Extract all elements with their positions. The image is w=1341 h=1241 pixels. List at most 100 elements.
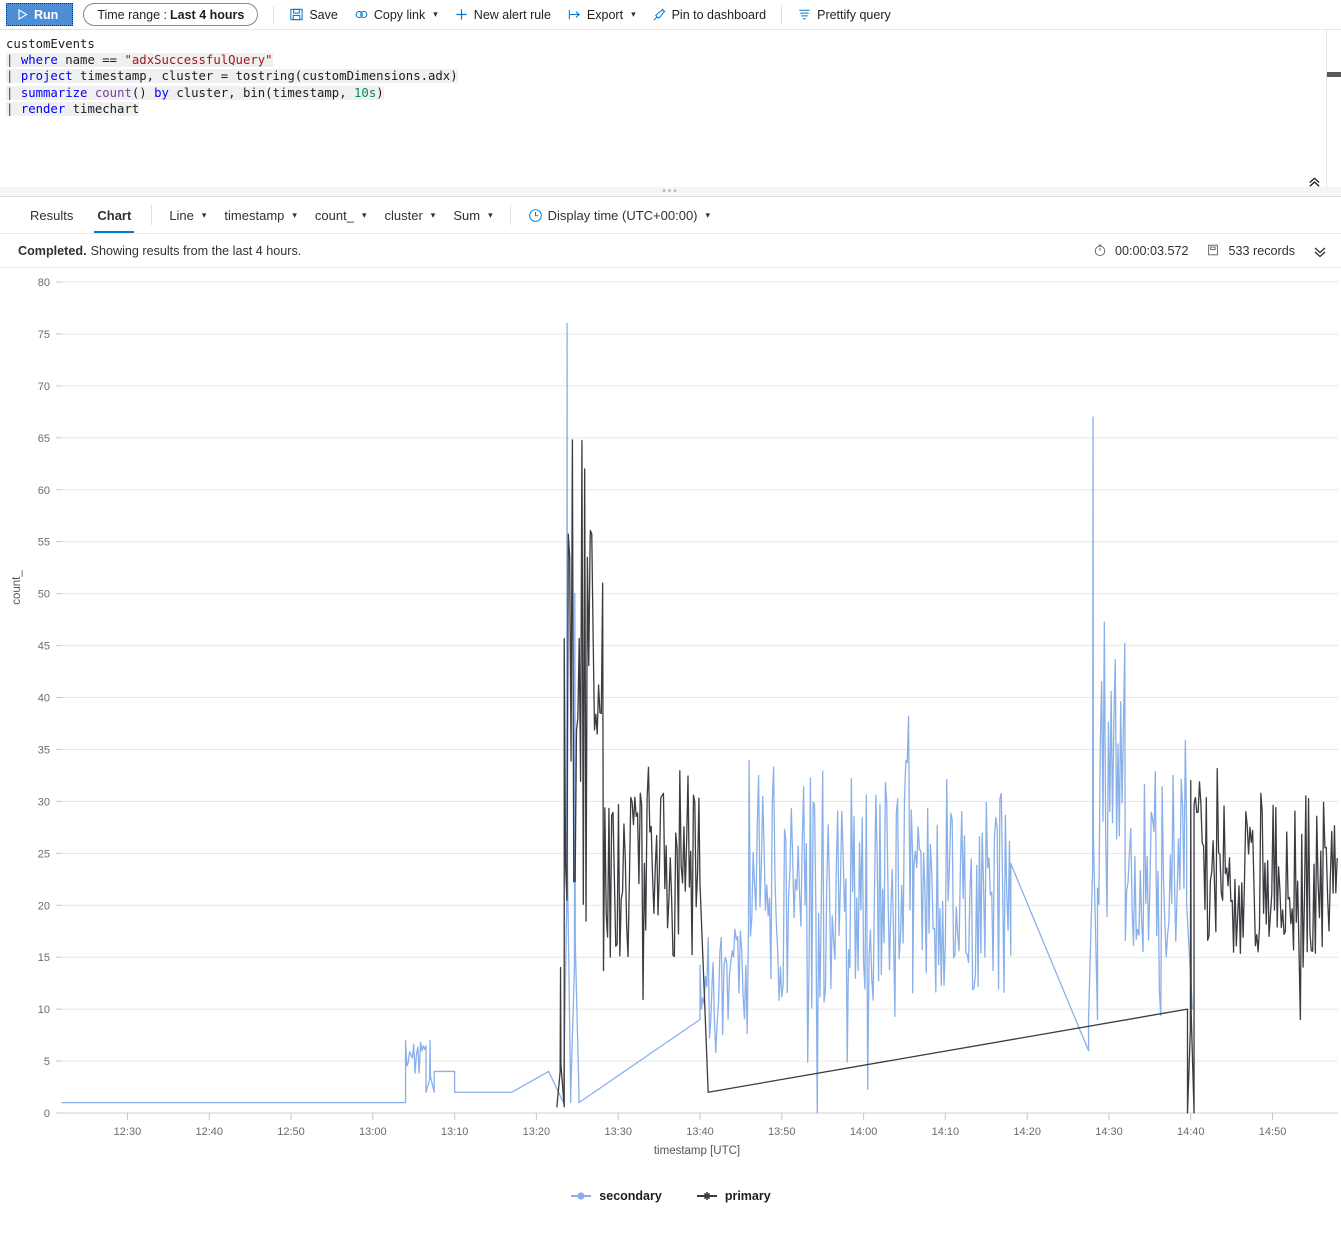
x-tick-label: 13:10 [441,1126,469,1138]
y-axis-title: count_ [11,570,23,605]
status-message: Showing results from the last 4 hours. [90,243,302,258]
y-tick-label: 0 [44,1108,50,1120]
save-icon [289,7,304,22]
time-range-picker[interactable]: Time range : Last 4 hours [83,3,259,26]
save-button[interactable]: Save [281,3,346,26]
y-tick-label: 65 [38,433,50,445]
y-tick-label: 70 [38,381,50,393]
x-tick-label: 13:20 [523,1126,551,1138]
y-tick-label: 10 [38,1004,50,1016]
y-tick-label: 20 [38,900,50,912]
pin-to-dashboard-label: Pin to dashboard [671,7,767,22]
tab-chart-label: Chart [97,207,132,223]
x-tick-label: 13:00 [359,1126,387,1138]
x-tick-label: 13:40 [686,1126,714,1138]
y-axis-select[interactable]: count_ ▾ [306,197,376,233]
record-count-value: 533 records [1228,243,1295,258]
legend-item-secondary[interactable]: secondary [570,1189,662,1203]
x-tick-label: 14:40 [1177,1126,1205,1138]
toolbar-divider-2 [781,5,783,24]
copy-link-label: Copy link [373,7,426,22]
export-label: Export [586,7,624,22]
status-state: Completed. [18,243,87,258]
split-by-select[interactable]: cluster ▾ [376,197,445,233]
query-editor[interactable]: customEvents | where name == "adxSuccessf… [0,29,1341,197]
splitter-handle: ••• [662,185,679,197]
y-tick-label: 35 [38,744,50,756]
y-tick-label: 40 [38,693,50,705]
query-code[interactable]: customEvents | where name == "adxSuccessf… [0,30,1341,117]
records-icon [1206,243,1221,258]
pin-to-dashboard-button[interactable]: Pin to dashboard [644,3,775,26]
run-button[interactable]: Run [6,3,74,26]
copy-link-button[interactable]: Copy link ▾ [346,3,446,26]
status-metrics: 00:00:03.572 533 records [1093,243,1327,258]
new-alert-rule-label: New alert rule [473,7,551,22]
y-axis-value: count_ [314,207,354,223]
tabstrip-divider-1 [151,205,153,225]
y-tick-label: 45 [38,641,50,653]
display-time-value: Display time (UTC+00:00) [547,207,698,223]
y-tick-label: 75 [38,329,50,341]
results-tabstrip: Results Chart Line ▾ timestamp ▾ count_ … [0,197,1341,234]
chart-legend: secondary primary [0,1189,1341,1203]
x-tick-label: 13:30 [604,1126,632,1138]
editor-splitter[interactable]: ••• [0,185,1341,197]
x-axis-select[interactable]: timestamp ▾ [215,197,306,233]
x-tick-label: 14:00 [850,1126,878,1138]
code-line: | render timechart [6,101,140,116]
prettify-query-label: Prettify query [817,7,891,22]
chevron-down-icon: ▾ [430,209,436,220]
y-tick-label: 55 [38,537,50,549]
time-range-label: Time range : [97,7,168,22]
y-tick-label: 30 [38,796,50,808]
y-tick-label: 25 [38,848,50,860]
export-button[interactable]: Export ▾ [559,3,644,26]
legend-label-secondary: secondary [599,1189,662,1203]
expand-status-button[interactable] [1313,244,1327,258]
code-line: customEvents [6,37,95,51]
series-line-secondary[interactable] [61,322,1194,1114]
new-alert-rule-button[interactable]: New alert rule [446,3,559,26]
y-tick-label: 80 [38,277,50,289]
export-icon [567,7,582,22]
code-line: | summarize count() by cluster, bin(time… [6,85,384,100]
x-tick-label: 14:30 [1095,1126,1123,1138]
aggregation-select[interactable]: Sum ▾ [444,197,501,233]
legend-item-primary[interactable]: primary [696,1189,771,1203]
x-tick-label: 14:50 [1259,1126,1287,1138]
x-tick-label: 12:50 [277,1126,305,1138]
legend-marker-primary [696,1192,717,1200]
editor-scrollbar-thumb[interactable] [1327,72,1341,77]
x-tick-label: 14:20 [1013,1126,1041,1138]
link-icon [354,7,369,22]
axis-layer: 12:30 12:40 12:50 13:00 13:10 13:20 13:30 13:40… [11,570,1338,1157]
code-line: | project timestamp, cluster = tostring(… [6,69,458,84]
x-tick-label: 13:50 [768,1126,796,1138]
chevron-down-icon: ▾ [705,209,711,220]
toolbar-divider-1 [273,5,275,24]
y-tick-label: 5 [44,1056,50,1068]
record-count: 533 records [1206,243,1295,258]
display-time-select[interactable]: Display time (UTC+00:00) ▾ [519,197,719,233]
prettify-query-button[interactable]: Prettify query [789,3,899,26]
timer-icon [1093,243,1108,258]
aggregation-value: Sum [453,207,481,223]
series-line-primary[interactable] [556,439,1338,1114]
query-duration-value: 00:00:03.572 [1114,243,1189,258]
editor-scrollbar-track [1326,30,1327,196]
chart-canvas[interactable]: 0510152025303540455055606570758012:30 12:… [0,268,1341,1173]
tab-chart[interactable]: Chart [85,197,143,233]
tab-results-label: Results [30,207,74,223]
save-label: Save [309,7,338,22]
chart-type-select[interactable]: Line ▾ [160,197,215,233]
chevron-down-icon: ▾ [631,9,636,19]
plus-icon [454,7,469,22]
legend-label-primary: primary [724,1189,771,1203]
clock-icon [528,208,543,223]
tab-results[interactable]: Results [18,197,85,233]
y-tick-label: 50 [38,589,50,601]
chevron-down-icon: ▾ [433,9,438,19]
y-tick-label: 15 [38,952,50,964]
results-status-bar: Completed. Showing results from the last… [0,234,1341,268]
